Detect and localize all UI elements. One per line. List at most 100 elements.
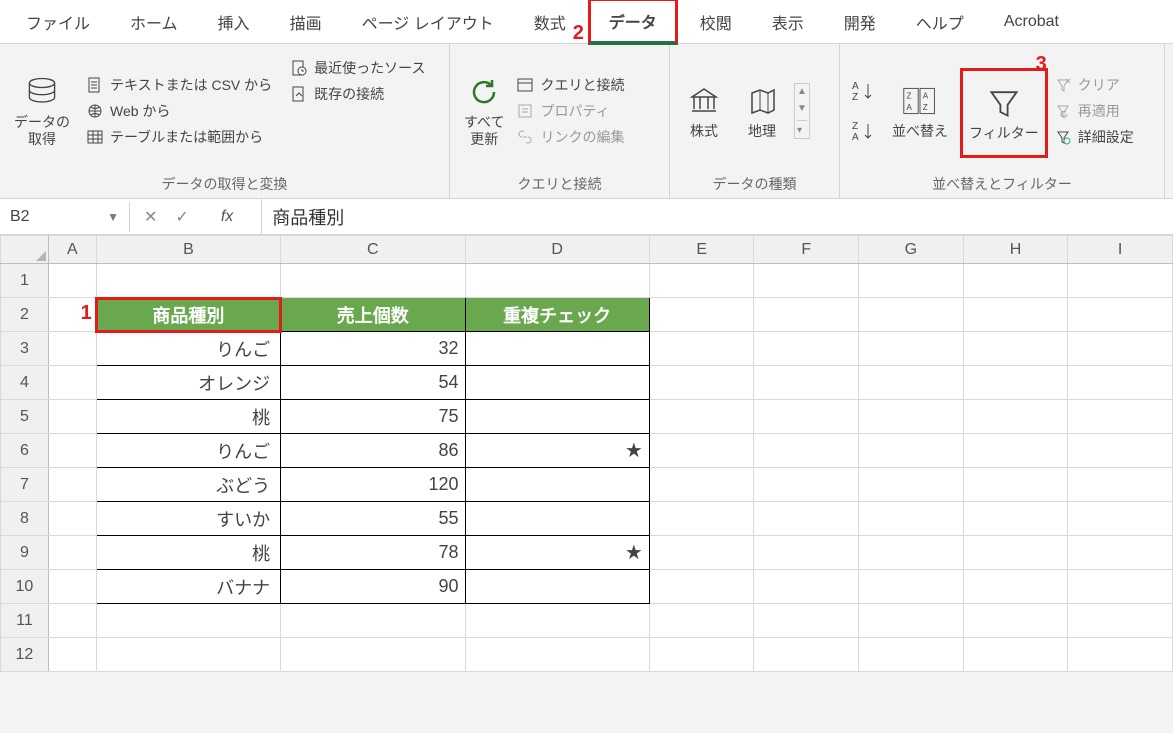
cell-D10[interactable] [465,570,649,604]
tab-acrobat[interactable]: Acrobat [986,5,1077,39]
cell[interactable] [649,332,754,366]
cell[interactable] [859,638,964,672]
cell[interactable] [754,298,859,332]
cell[interactable] [754,638,859,672]
row-header-5[interactable]: 5 [1,400,49,434]
cell[interactable] [754,264,859,298]
cell[interactable] [1068,298,1173,332]
cell[interactable] [754,434,859,468]
cell[interactable] [48,264,96,298]
cell[interactable] [754,332,859,366]
cell[interactable] [859,332,964,366]
cell[interactable] [963,536,1068,570]
cell[interactable] [1068,434,1173,468]
row-header-4[interactable]: 4 [1,366,49,400]
cell[interactable] [1068,332,1173,366]
cell[interactable] [649,536,754,570]
col-header-E[interactable]: E [649,236,754,264]
from-web-button[interactable]: Web から [86,101,272,121]
cell[interactable] [859,604,964,638]
cell-C9[interactable]: 78 [281,536,465,570]
cell[interactable] [281,264,465,298]
cell[interactable] [754,502,859,536]
tab-draw[interactable]: 描画 [272,2,340,42]
cell[interactable] [48,332,96,366]
tab-help[interactable]: ヘルプ [898,2,982,42]
from-table-button[interactable]: テーブルまたは範囲から [86,127,272,147]
cell[interactable] [465,604,649,638]
cell[interactable] [48,604,96,638]
cell[interactable] [963,570,1068,604]
cell-D5[interactable] [465,400,649,434]
enter-icon[interactable]: ✓ [175,207,188,227]
cell[interactable] [649,502,754,536]
clear-button[interactable]: クリア [1054,75,1134,95]
cell[interactable] [281,638,465,672]
cell[interactable] [1068,502,1173,536]
cell[interactable] [754,366,859,400]
cell-B5[interactable]: 桃 [96,400,280,434]
col-header-G[interactable]: G [859,236,964,264]
fx-icon[interactable]: fx [207,208,247,226]
row-header-8[interactable]: 8 [1,502,49,536]
cell[interactable] [1068,638,1173,672]
cell[interactable] [963,298,1068,332]
cell[interactable] [1068,366,1173,400]
sort-desc-button[interactable]: ZA [852,120,876,142]
tab-home[interactable]: ホーム [112,2,196,42]
name-box-dropdown-icon[interactable]: ▼ [107,210,119,224]
col-header-D[interactable]: D [465,236,649,264]
cell[interactable] [859,366,964,400]
advanced-button[interactable]: 詳細設定 [1054,127,1134,147]
cell[interactable] [754,536,859,570]
cell[interactable] [754,570,859,604]
cell[interactable] [963,332,1068,366]
cell[interactable] [859,502,964,536]
tab-insert[interactable]: 挿入 [200,2,268,42]
cell-B6[interactable]: りんご [96,434,280,468]
cell-B4[interactable]: オレンジ [96,366,280,400]
geography-button[interactable]: 地理 [736,52,788,170]
tab-view[interactable]: 表示 [754,2,822,42]
from-csv-button[interactable]: テキストまたは CSV から [86,75,272,95]
col-header-C[interactable]: C [281,236,465,264]
cell-D9[interactable]: ★ [465,536,649,570]
formula-input[interactable]: 商品種別 [262,198,1173,236]
row-header-1[interactable]: 1 [1,264,49,298]
cell-C7[interactable]: 120 [281,468,465,502]
cell-C4[interactable]: 54 [281,366,465,400]
cell[interactable] [1068,604,1173,638]
cell-C2[interactable]: 売上個数 [281,298,465,332]
cell-C10[interactable]: 90 [281,570,465,604]
sort-button[interactable]: ZAAZ 並べ替え [886,52,954,170]
cell[interactable] [48,638,96,672]
col-header-F[interactable]: F [754,236,859,264]
cell[interactable] [1068,570,1173,604]
cell[interactable] [96,638,280,672]
refresh-all-button[interactable]: すべて 更新 [458,52,510,170]
cell[interactable] [963,264,1068,298]
cell[interactable] [96,604,280,638]
tab-data[interactable]: データ 2 [588,0,678,45]
cell-D3[interactable] [465,332,649,366]
col-header-A[interactable]: A [48,236,96,264]
cell[interactable] [649,400,754,434]
cell[interactable] [754,400,859,434]
cell[interactable] [963,400,1068,434]
col-header-H[interactable]: H [963,236,1068,264]
cell[interactable] [963,366,1068,400]
cell-C5[interactable]: 75 [281,400,465,434]
cell[interactable] [48,366,96,400]
cell-D2[interactable]: 重複チェック [465,298,649,332]
cell[interactable] [48,536,96,570]
row-header-2[interactable]: 2 [1,298,49,332]
cell-D7[interactable] [465,468,649,502]
row-header-12[interactable]: 12 [1,638,49,672]
cell-B10[interactable]: バナナ [96,570,280,604]
row-header-9[interactable]: 9 [1,536,49,570]
cell[interactable] [649,298,754,332]
tab-review[interactable]: 校閲 [682,2,750,42]
queries-button[interactable]: クエリと接続 [516,75,624,95]
cell[interactable] [281,604,465,638]
cell[interactable] [859,400,964,434]
